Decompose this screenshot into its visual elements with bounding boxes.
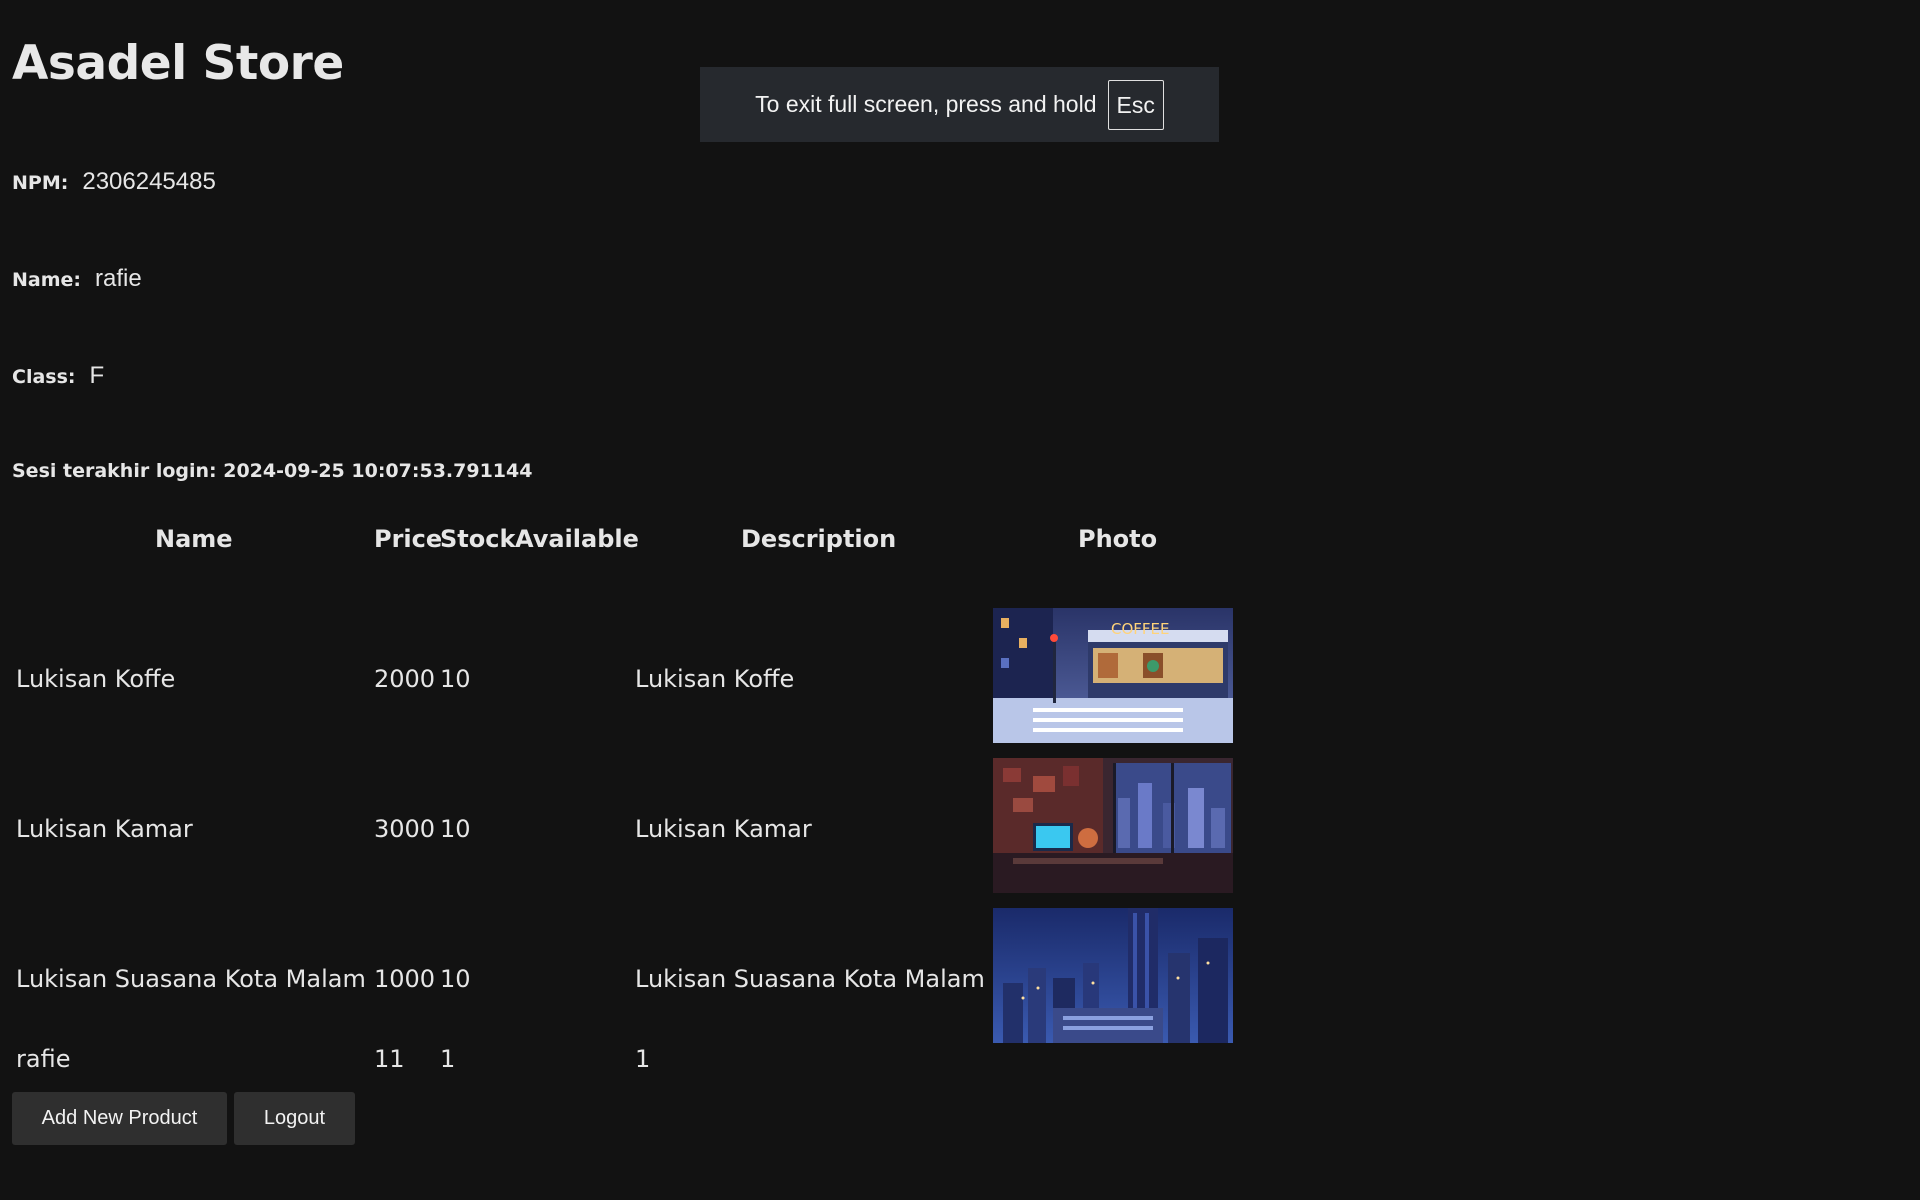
npm-row: NPM: 2306245485 [12,168,216,196]
header-description: Description [741,525,897,553]
cell-name: Lukisan Kamar [16,815,193,843]
cell-description: Lukisan Kamar [635,815,812,843]
store-title: Asadel Store [12,36,344,91]
cell-price: 2000 [374,665,436,693]
cell-description: 1 [635,1045,651,1073]
cell-description: Lukisan Suasana Kota Malam [635,965,985,993]
fullscreen-exit-notice: To exit full screen, press and hold Esc [700,67,1219,142]
cell-stock: 10 [440,815,471,843]
product-photo-coffee-shop: COFFEE [993,608,1233,743]
page: Asadel Store To exit full screen, press … [0,0,1920,1200]
class-label: Class: [12,366,76,388]
cell-price: 11 [374,1045,405,1073]
name-row: Name: rafie [12,265,142,293]
cell-name: rafie [16,1045,71,1073]
cell-stock: 10 [440,665,471,693]
npm-value: 2306245485 [82,168,216,195]
svg-text:COFFEE: COFFEE [1111,620,1170,638]
cell-price: 1000 [374,965,436,993]
header-photo: Photo [1078,525,1158,553]
npm-label: NPM: [12,172,69,194]
header-price: Price [374,525,443,553]
cell-stock: 10 [440,965,471,993]
cell-name: Lukisan Suasana Kota Malam [16,965,366,993]
logout-button[interactable]: Logout [234,1092,355,1145]
cell-stock: 1 [440,1045,456,1073]
cell-description: Lukisan Koffe [635,665,795,693]
last-login-info: Sesi terakhir login: 2024-09-25 10:07:53… [12,460,533,482]
esc-key-badge: Esc [1107,79,1164,130]
fullscreen-notice-text: To exit full screen, press and hold [755,91,1097,117]
cell-price: 3000 [374,815,436,843]
header-name: Name [155,525,233,553]
class-row: Class: F [12,362,104,390]
header-stock: Stock [440,525,516,553]
add-new-product-button[interactable]: Add New Product [12,1092,227,1145]
name-label: Name: [12,269,82,291]
cell-name: Lukisan Koffe [16,665,176,693]
name-value: rafie [95,265,142,292]
product-photo-room [993,758,1233,893]
header-available: Available [515,525,639,553]
product-photo-night-city [993,908,1233,1043]
class-value: F [89,362,105,389]
